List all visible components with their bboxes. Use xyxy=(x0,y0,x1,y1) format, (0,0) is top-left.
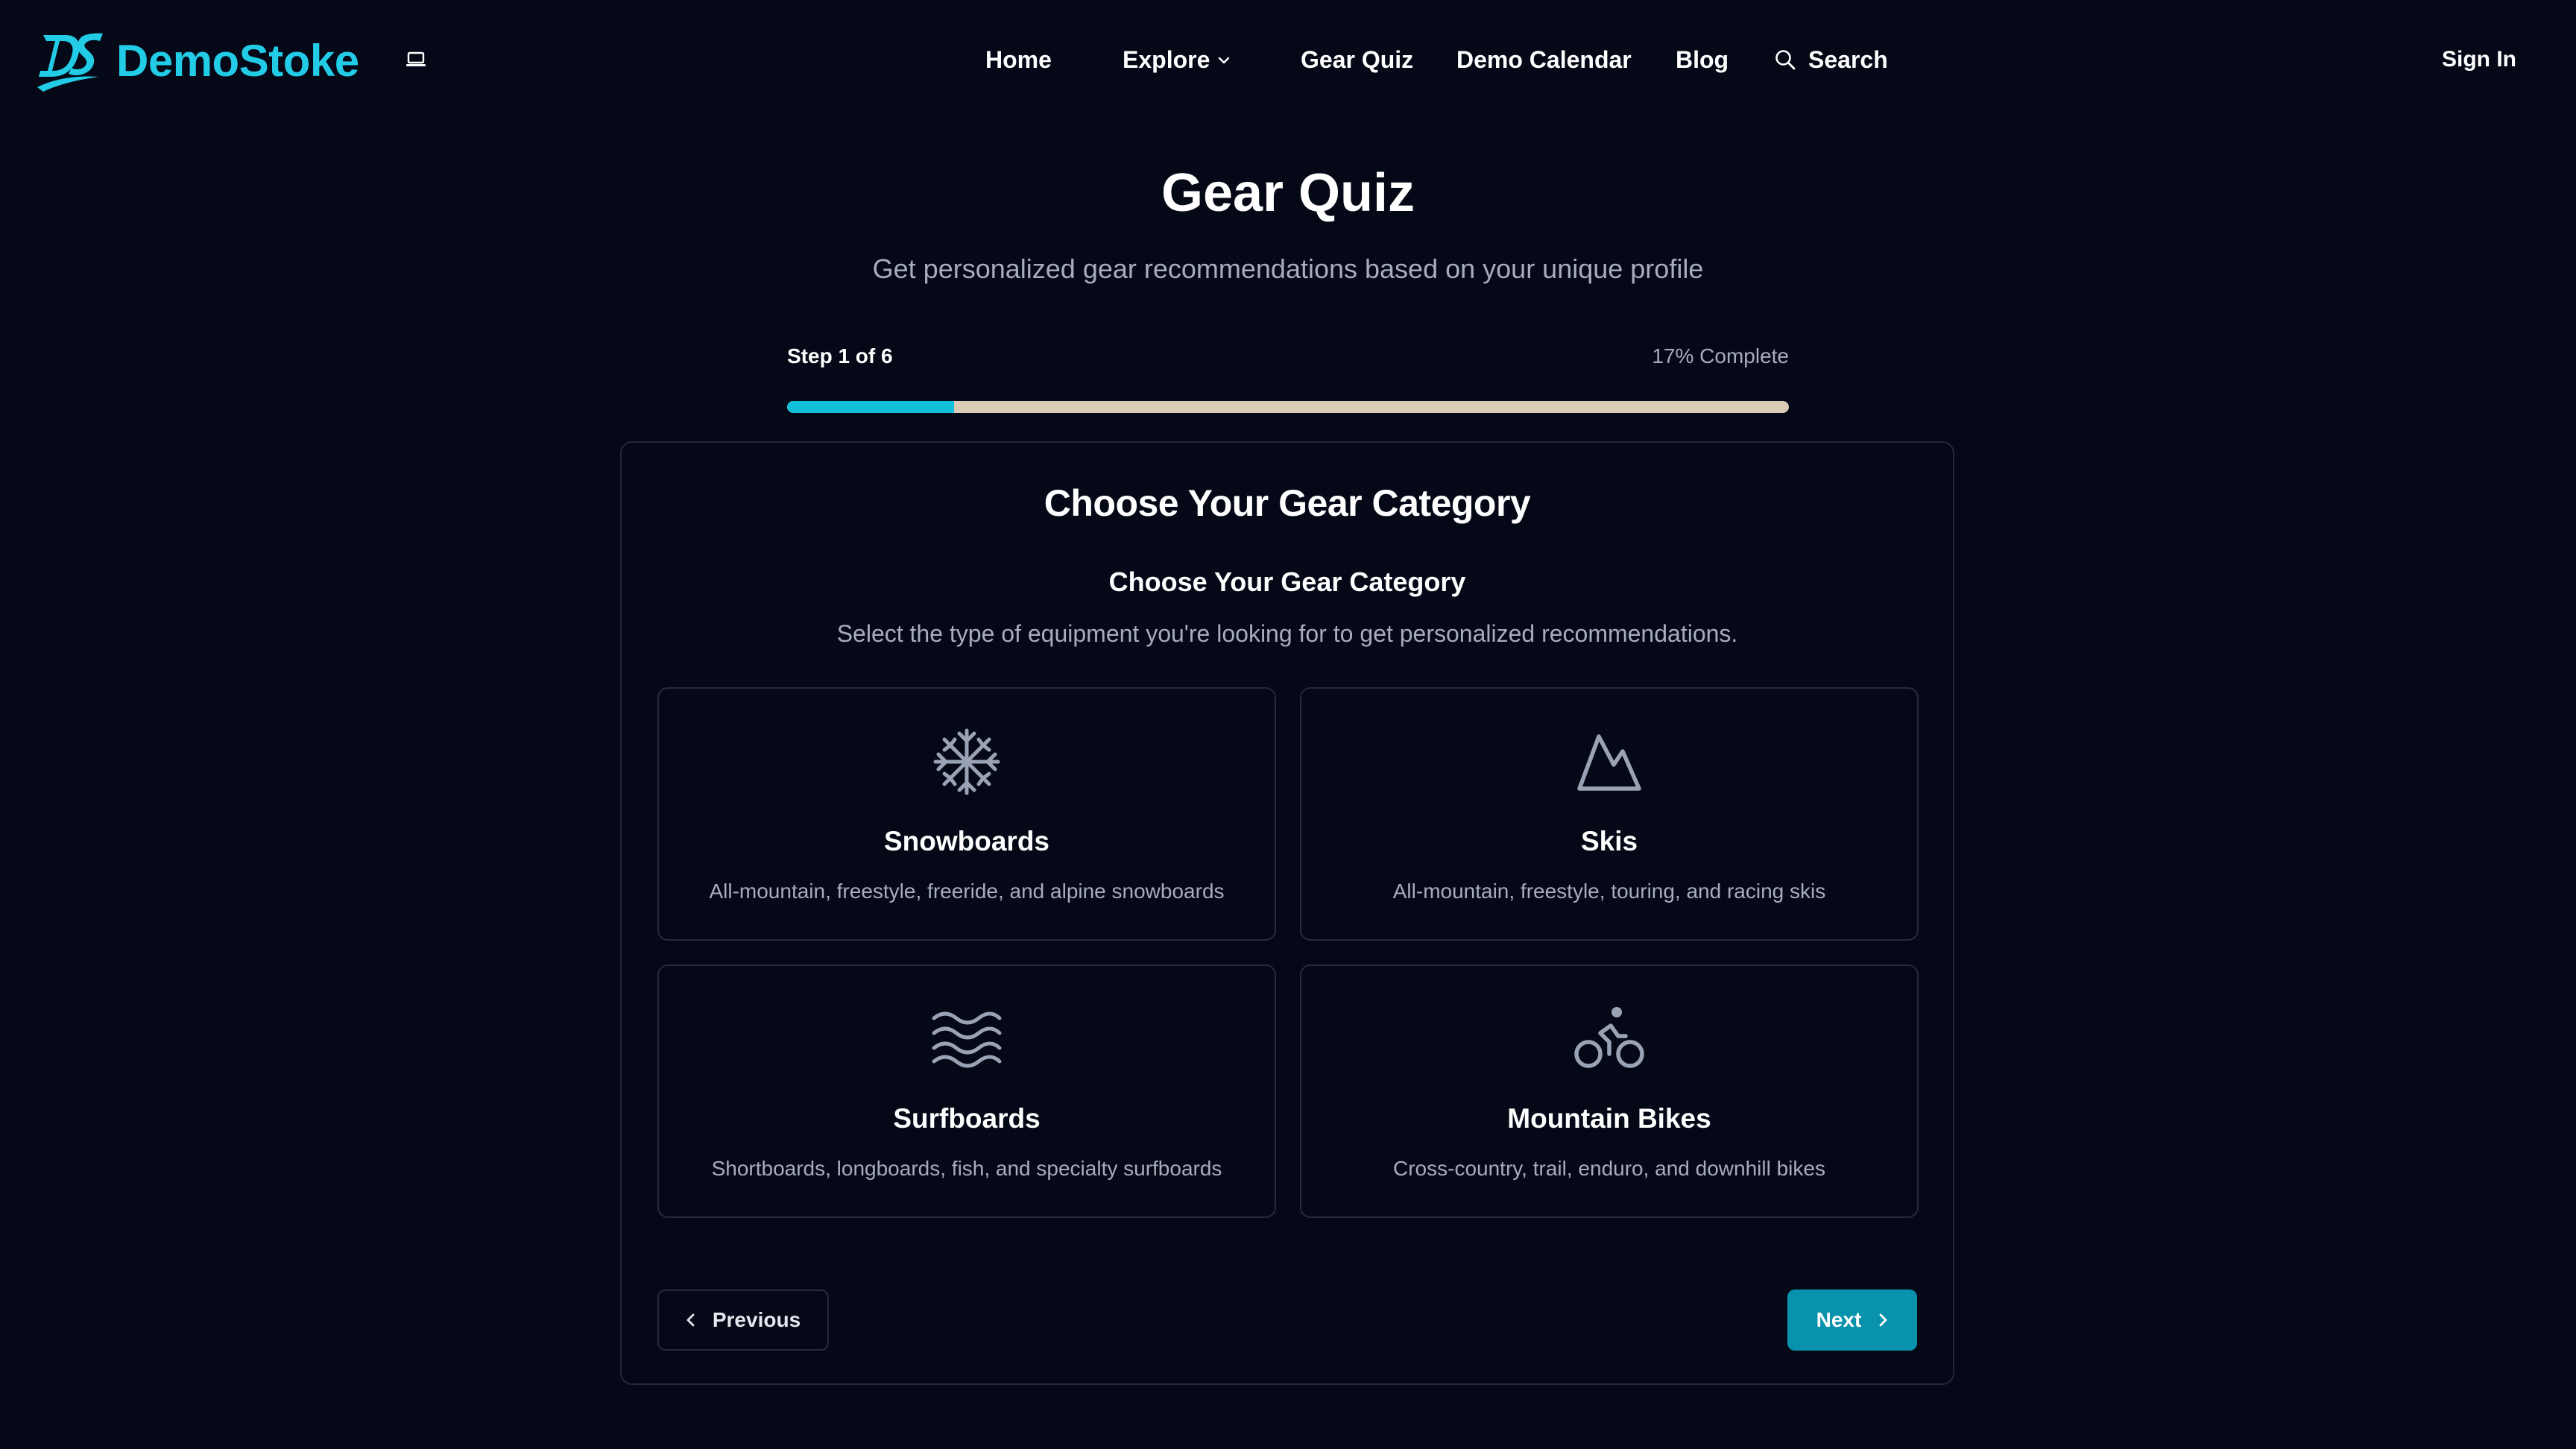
option-description: All-mountain, freestyle, touring, and ra… xyxy=(1392,880,1826,903)
option-title: Mountain Bikes xyxy=(1507,1103,1711,1134)
nav-home[interactable]: Home xyxy=(985,39,1052,80)
step-title: Choose Your Gear Category xyxy=(1108,566,1466,597)
search-icon xyxy=(1775,50,1796,70)
sign-in-link[interactable]: Sign In xyxy=(2442,39,2516,80)
nav-explore[interactable]: Explore xyxy=(1123,39,1231,80)
site-header: DemoStoke Home Explore Gear Quiz Demo Ca… xyxy=(0,0,2576,119)
next-label: Next xyxy=(1816,1308,1862,1331)
chevron-down-icon xyxy=(1219,57,1230,63)
progress-track xyxy=(787,401,1789,413)
step-description: Select the type of equipment you're look… xyxy=(836,620,1738,647)
brand-name: DemoStoke xyxy=(116,35,359,86)
waves-icon xyxy=(931,1003,1003,1075)
progress-fill xyxy=(787,401,955,413)
option-skis[interactable]: Skis All-mountain, freestyle, touring, a… xyxy=(1300,687,1919,941)
previous-button[interactable]: Previous xyxy=(657,1289,829,1351)
brand-logo[interactable]: DemoStoke xyxy=(36,27,359,94)
option-title: Skis xyxy=(1580,826,1638,856)
progress-labels: Step 1 of 6 17% Complete xyxy=(787,340,1789,373)
page-title: Gear Quiz xyxy=(1161,163,1415,223)
theme-toggle-button[interactable] xyxy=(402,46,429,73)
page-subtitle: Get personalized gear recommendations ba… xyxy=(872,253,1704,284)
option-description: Shortboards, longboards, fish, and speci… xyxy=(711,1157,1222,1180)
nav-search[interactable]: Search xyxy=(1774,39,1888,80)
step-indicator: Step 1 of 6 xyxy=(787,344,893,367)
nav-blog[interactable]: Blog xyxy=(1676,39,1729,80)
nav-explore-label: Explore xyxy=(1123,46,1210,73)
nav-gear-quiz[interactable]: Gear Quiz xyxy=(1301,39,1413,80)
option-description: All-mountain, freestyle, freeride, and a… xyxy=(709,880,1225,903)
laptop-icon xyxy=(406,51,426,66)
next-button[interactable]: Next xyxy=(1787,1289,1917,1351)
option-snowboards[interactable]: Snowboards All-mountain, freestyle, free… xyxy=(657,687,1276,941)
option-title: Snowboards xyxy=(883,826,1050,856)
mountain-icon xyxy=(1573,726,1645,798)
option-description: Cross-country, trail, enduro, and downhi… xyxy=(1393,1157,1825,1180)
nav-demo-calendar[interactable]: Demo Calendar xyxy=(1456,39,1632,80)
option-mountain-bikes[interactable]: Mountain Bikes Cross-country, trail, end… xyxy=(1300,965,1919,1218)
card-title: Choose Your Gear Category xyxy=(1044,482,1531,524)
snowflake-icon xyxy=(931,726,1003,798)
option-title: Surfboards xyxy=(893,1103,1041,1134)
quiz-progress: Step 1 of 6 17% Complete xyxy=(787,340,1789,413)
nav-search-label: Search xyxy=(1808,46,1888,73)
percent-complete: 17% Complete xyxy=(1652,344,1789,367)
option-surfboards[interactable]: Surfboards Shortboards, longboards, fish… xyxy=(657,965,1276,1218)
chevron-left-icon xyxy=(686,1313,695,1327)
chevron-right-icon xyxy=(1879,1313,1887,1327)
bike-icon xyxy=(1573,1003,1645,1075)
quiz-card: Choose Your Gear Category Choose Your Ge… xyxy=(620,441,1954,1385)
previous-label: Previous xyxy=(712,1308,801,1331)
ds-logo-mark-icon xyxy=(37,33,103,92)
